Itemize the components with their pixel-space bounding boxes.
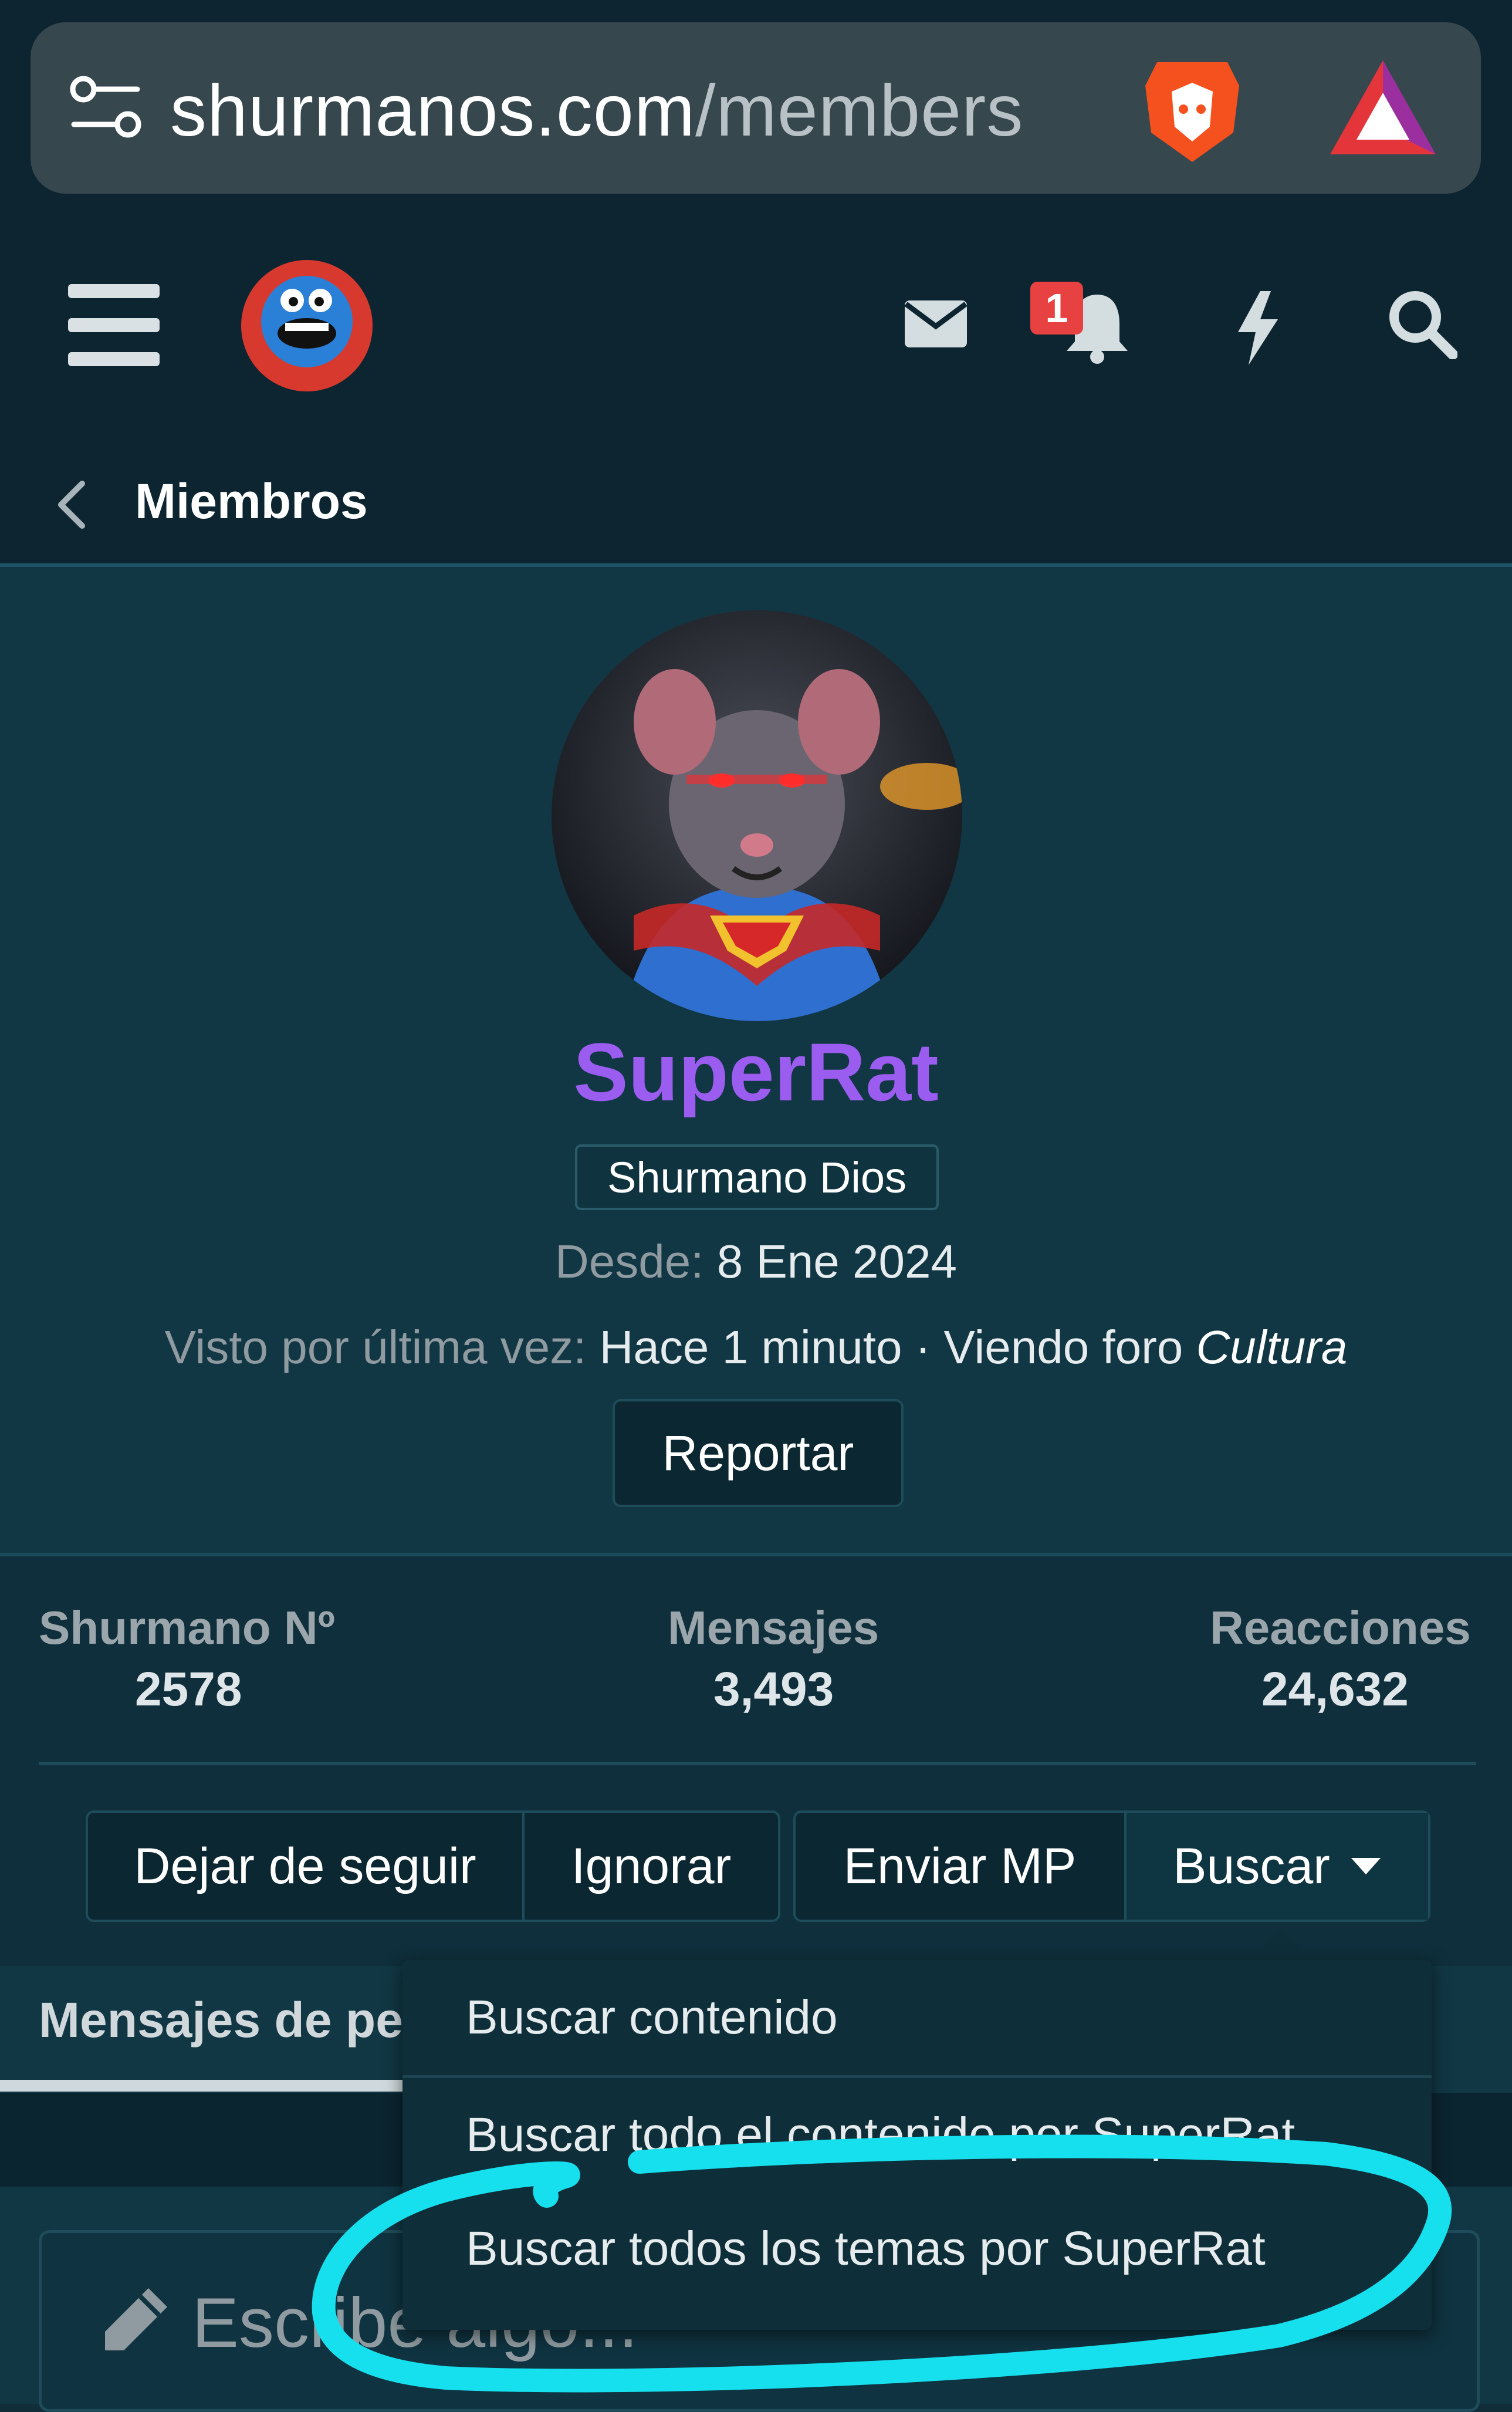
search-button-label: Buscar bbox=[1173, 1837, 1330, 1894]
stat-value-reactions: 24,632 bbox=[1261, 1663, 1409, 1716]
url-host: shurmanos.com bbox=[170, 70, 696, 151]
last-seen: Visto por última vez: Hace 1 minuto · Vi… bbox=[0, 1320, 1512, 1374]
username: SuperRat bbox=[573, 1026, 939, 1118]
stat-label-reactions: Reacciones bbox=[1210, 1602, 1471, 1654]
last-seen-value: Hace 1 minuto · Viendo foro bbox=[599, 1321, 1183, 1373]
search-icon[interactable] bbox=[1387, 289, 1457, 359]
stat-label-messages: Mensajes bbox=[668, 1602, 880, 1654]
caret-down-icon bbox=[1351, 1858, 1381, 1874]
highlight-annotation bbox=[312, 2134, 1452, 2393]
chevron-left-icon[interactable] bbox=[54, 480, 89, 529]
follow-ignore-group: Dejar de seguir Ignorar bbox=[86, 1810, 780, 1922]
menu-icon[interactable] bbox=[68, 284, 160, 366]
url-text[interactable]: shurmanos.com/members bbox=[170, 69, 1023, 153]
stats-divider bbox=[39, 1762, 1476, 1765]
since-label: Desde: bbox=[555, 1235, 704, 1288]
member-since: Desde: 8 Ene 2024 bbox=[0, 1235, 1512, 1289]
stat-value-messages: 3,493 bbox=[713, 1663, 834, 1716]
breadcrumb[interactable]: Miembros bbox=[0, 434, 1512, 567]
send-pm-button[interactable]: Enviar MP bbox=[796, 1813, 1127, 1920]
last-seen-forum-link[interactable]: Cultura bbox=[1196, 1321, 1348, 1373]
mail-icon[interactable] bbox=[904, 299, 968, 349]
rank-badge: Shurmano Dios bbox=[575, 1144, 939, 1210]
url-path: /members bbox=[695, 70, 1024, 151]
search-dropdown-button[interactable]: Buscar bbox=[1127, 1813, 1428, 1920]
tab-profile-posts[interactable]: Mensajes de pe bbox=[39, 1992, 403, 2049]
last-seen-label: Visto por última vez: bbox=[164, 1321, 587, 1373]
pm-search-group: Enviar MP Buscar bbox=[793, 1810, 1430, 1922]
site-logo[interactable] bbox=[239, 258, 374, 393]
stat-label-member-number: Shurmano Nº bbox=[39, 1602, 335, 1654]
notification-badge: 1 bbox=[1030, 282, 1083, 335]
stat-value-member-number: 2578 bbox=[135, 1663, 242, 1716]
profile-header: SuperRat Shurmano Dios Desde: 8 Ene 2024… bbox=[0, 567, 1512, 1553]
breadcrumb-label[interactable]: Miembros bbox=[135, 473, 368, 530]
menu-item-search-content[interactable]: Buscar contenido bbox=[402, 1960, 1432, 2075]
avatar[interactable] bbox=[552, 610, 962, 1021]
unfollow-button[interactable]: Dejar de seguir bbox=[88, 1813, 525, 1920]
report-button[interactable]: Reportar bbox=[613, 1399, 904, 1507]
lightning-icon[interactable] bbox=[1234, 290, 1281, 366]
brave-shields-icon[interactable] bbox=[1139, 50, 1245, 168]
since-value: 8 Ene 2024 bbox=[716, 1235, 957, 1288]
address-bar[interactable]: shurmanos.com/members bbox=[31, 22, 1481, 194]
brave-rewards-icon[interactable] bbox=[1327, 58, 1439, 157]
site-settings-icon[interactable] bbox=[67, 73, 149, 143]
dropdown-caret bbox=[1249, 1928, 1314, 1961]
ignore-button[interactable]: Ignorar bbox=[525, 1813, 778, 1920]
